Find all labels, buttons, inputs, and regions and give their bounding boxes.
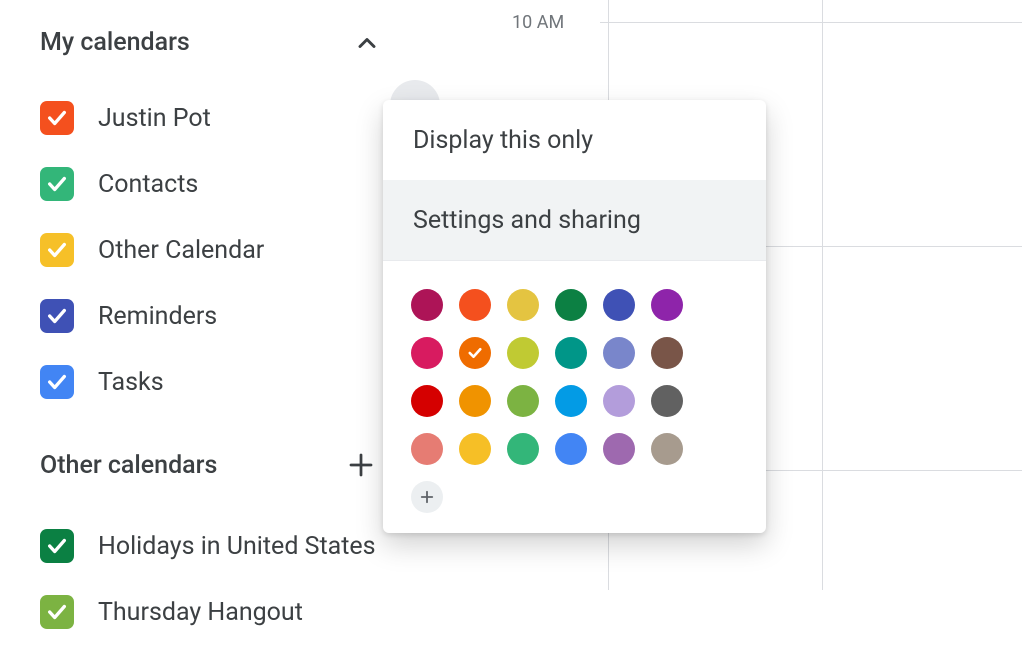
hour-label: 10 AM [512,12,564,33]
calendar-label: Contacts [98,170,198,199]
day-column-divider [822,0,823,590]
calendar-options-popup: Display this only Settings and sharing [383,100,766,533]
calendar-checkbox[interactable] [40,595,74,629]
color-swatch[interactable] [459,289,491,321]
color-swatch[interactable] [651,289,683,321]
color-swatch[interactable] [603,289,635,321]
calendar-label: Reminders [98,302,217,331]
settings-and-sharing-item[interactable]: Settings and sharing [383,180,766,260]
calendar-label: Tasks [98,368,164,397]
calendar-label: Holidays in United States [98,532,376,561]
calendar-list-item[interactable]: Holidays in United States [40,513,395,579]
color-swatch[interactable] [651,337,683,369]
color-swatch[interactable] [459,337,491,369]
add-calendar-button[interactable] [341,445,381,485]
calendar-checkbox[interactable] [40,299,74,333]
other-calendars-header[interactable]: Other calendars [40,445,395,485]
chevron-up-icon [353,29,381,57]
my-calendars-list: Justin Pot Contacts Other Calendar Reminder… [40,85,395,415]
color-swatch[interactable] [555,337,587,369]
other-calendars-title: Other calendars [40,451,217,480]
color-swatch[interactable] [651,385,683,417]
color-swatch[interactable] [555,385,587,417]
calendar-label: Other Calendar [98,236,264,265]
calendar-list-item[interactable]: Other Calendar [40,217,395,283]
color-swatch[interactable] [507,289,539,321]
calendar-list-item[interactable]: Thursday Hangout [40,579,395,645]
color-swatch[interactable] [507,433,539,465]
color-swatch[interactable] [411,385,443,417]
color-swatch[interactable] [411,433,443,465]
my-calendars-title: My calendars [40,28,190,57]
calendar-list-item[interactable]: Tasks [40,349,395,415]
color-swatch-grid [411,289,738,465]
color-swatch[interactable] [603,385,635,417]
display-this-only-item[interactable]: Display this only [383,100,766,180]
add-custom-color-button[interactable] [411,481,443,513]
color-swatch[interactable] [411,337,443,369]
calendar-checkbox[interactable] [40,167,74,201]
color-swatch[interactable] [507,337,539,369]
color-swatch-area [383,261,766,533]
color-swatch[interactable] [555,433,587,465]
calendar-sidebar: My calendars Justin Pot Contacts Other Cal… [0,0,395,645]
color-swatch[interactable] [459,433,491,465]
my-calendars-header[interactable]: My calendars [40,28,395,57]
color-swatch[interactable] [459,385,491,417]
other-calendars-list: Holidays in United States Thursday Hangou… [40,513,395,645]
color-swatch[interactable] [603,433,635,465]
calendar-list-item[interactable]: Reminders [40,283,395,349]
calendar-checkbox[interactable] [40,233,74,267]
hour-gridline [600,22,1022,23]
calendar-checkbox[interactable] [40,365,74,399]
calendar-list-item[interactable]: Contacts [40,151,395,217]
calendar-checkbox[interactable] [40,101,74,135]
color-swatch[interactable] [651,433,683,465]
calendar-label: Justin Pot [98,104,211,133]
calendar-checkbox[interactable] [40,529,74,563]
color-swatch[interactable] [555,289,587,321]
color-swatch[interactable] [411,289,443,321]
color-swatch[interactable] [507,385,539,417]
color-swatch[interactable] [603,337,635,369]
calendar-label: Thursday Hangout [98,598,303,627]
calendar-list-item[interactable]: Justin Pot [40,85,395,151]
